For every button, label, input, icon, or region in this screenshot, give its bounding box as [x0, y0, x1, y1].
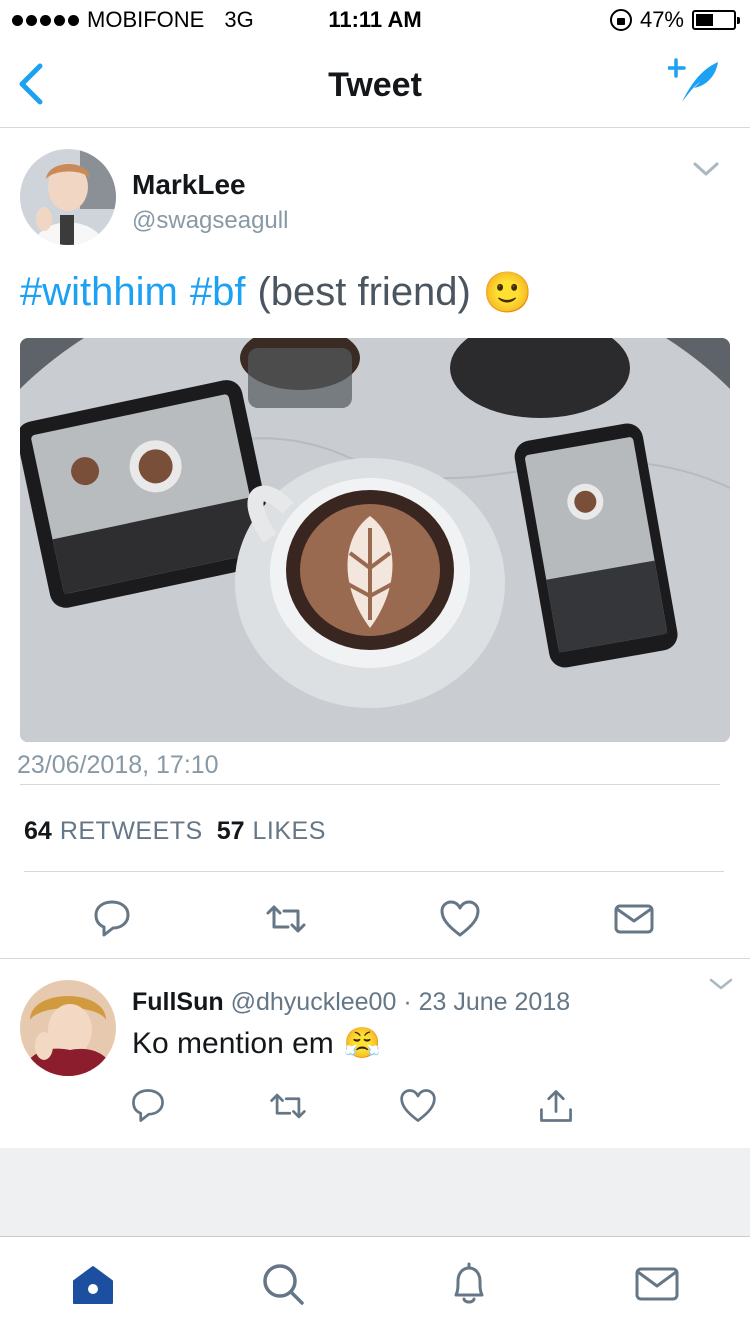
coffee-photo — [20, 338, 730, 742]
retweets-label[interactable]: RETWEETS — [60, 817, 203, 846]
divider — [24, 871, 724, 872]
battery-icon — [692, 10, 740, 30]
like-button[interactable] — [438, 897, 482, 941]
back-button[interactable] — [14, 62, 48, 106]
angry-emoji: 😤 — [343, 1027, 382, 1060]
likes-label[interactable]: LIKES — [253, 817, 326, 846]
avatar-photo — [20, 980, 116, 1076]
author-handle[interactable]: @swagseagull — [132, 207, 288, 235]
carrier-name: MOBIFONE — [87, 7, 205, 32]
avatar-photo — [20, 149, 116, 245]
heart-icon — [440, 900, 480, 937]
hashtag-link[interactable]: #bf — [190, 270, 246, 315]
battery-percent: 47% — [639, 7, 684, 32]
reply-retweet-button[interactable] — [268, 1086, 308, 1126]
tab-bar — [0, 1236, 750, 1334]
carrier-info: MOBIFONE 3G — [12, 7, 254, 33]
meta-separator: · — [403, 988, 412, 1016]
reply-header: FullSun @dhyucklee00 · 23 June 2018 — [132, 988, 570, 1017]
tweet-timestamp: 23/06/2018, 17:10 — [17, 751, 219, 779]
retweet-icon — [270, 1093, 306, 1119]
tweet-body-text: (best friend) — [257, 270, 471, 314]
hashtag-link[interactable]: #withhim — [20, 270, 178, 315]
reply-icon — [94, 900, 130, 937]
signal-strength-icon — [12, 14, 79, 26]
reply-date: 23 June 2018 — [418, 988, 571, 1016]
rotation-lock-icon — [609, 9, 632, 31]
reply-share-button[interactable] — [536, 1086, 576, 1126]
reply-reply-button[interactable] — [128, 1086, 168, 1126]
likes-count[interactable]: 57 — [217, 817, 245, 846]
tab-search[interactable] — [258, 1259, 308, 1309]
smile-emoji: 🙂 — [482, 271, 533, 315]
tweet-stats: 64 RETWEETS 57 LIKES — [24, 817, 326, 846]
share-icon — [540, 1090, 572, 1122]
tweet-text: #withhim #bf (best friend) 🙂 — [20, 269, 533, 316]
reply-button[interactable] — [90, 897, 134, 941]
tweet-photo[interactable] — [20, 338, 730, 742]
retweet-icon — [266, 905, 306, 933]
tab-home[interactable] — [68, 1259, 118, 1309]
retweets-count[interactable]: 64 — [24, 817, 52, 846]
reply-author-name[interactable]: FullSun — [132, 988, 224, 1016]
tab-notifications[interactable] — [444, 1259, 494, 1309]
status-right: 47% — [609, 7, 740, 33]
reply-text: Ko mention em 😤 — [132, 1026, 381, 1061]
home-icon — [73, 1266, 113, 1304]
content-end-spacer — [0, 1148, 750, 1236]
tweet-options-button[interactable] — [692, 159, 720, 179]
reply-author-handle[interactable]: @dhyucklee00 — [231, 988, 397, 1016]
compose-tweet-button[interactable] — [668, 56, 724, 108]
reply-avatar[interactable] — [20, 980, 116, 1076]
reply-body-text: Ko mention em — [132, 1026, 334, 1060]
status-bar: MOBIFONE 3G 11:11 AM 47% — [0, 0, 750, 40]
direct-message-button[interactable] — [612, 897, 656, 941]
reply-options-button[interactable] — [708, 975, 734, 993]
chevron-down-icon — [709, 978, 733, 990]
tab-messages[interactable] — [632, 1259, 682, 1309]
tweet-action-bar — [0, 897, 750, 957]
reply-like-button[interactable] — [398, 1086, 438, 1126]
avatar[interactable] — [20, 149, 116, 245]
compose-tweet-icon — [668, 58, 718, 102]
heart-icon — [400, 1089, 436, 1122]
divider — [20, 784, 720, 785]
chevron-down-icon — [693, 162, 719, 176]
divider — [0, 958, 750, 959]
chevron-left-icon — [19, 63, 43, 105]
search-icon — [263, 1264, 304, 1305]
envelope-icon — [614, 904, 654, 934]
messages-icon — [635, 1267, 679, 1301]
author-name[interactable]: MarkLee — [132, 169, 246, 201]
page-title: Tweet — [328, 66, 422, 104]
retweet-button[interactable] — [264, 897, 308, 941]
navigation-bar: Tweet — [0, 40, 750, 128]
reply-icon — [132, 1089, 164, 1122]
network-type: 3G — [224, 7, 254, 32]
notifications-icon — [454, 1262, 484, 1304]
